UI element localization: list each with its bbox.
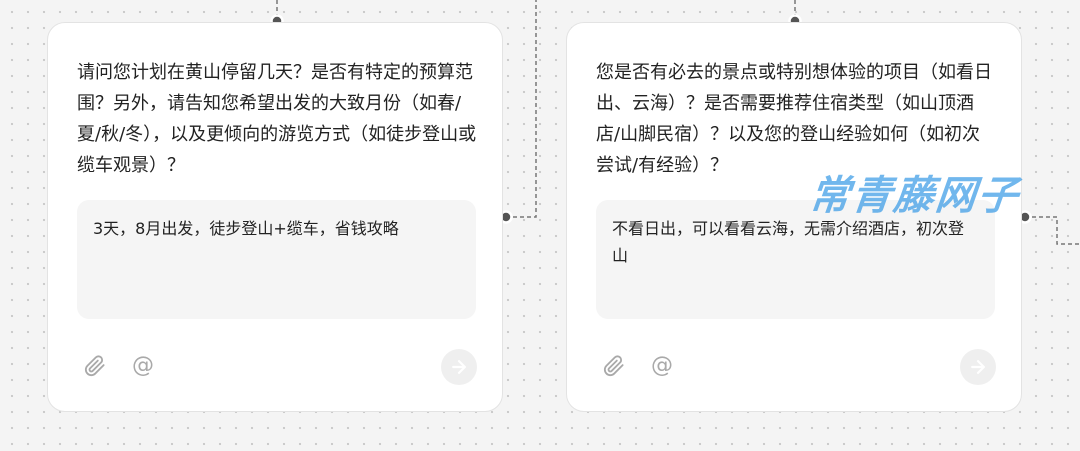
send-button[interactable] <box>960 349 996 385</box>
question-text: 请问您计划在黄山停留几天？是否有特定的预算范围？另外，请告知您希望出发的大致月份… <box>77 62 477 176</box>
paperclip-icon[interactable] <box>601 353 627 379</box>
arrow-right-icon <box>971 360 985 374</box>
arrow-right-icon <box>452 360 466 374</box>
watermark-text: 常青藤网子 <box>807 173 1022 219</box>
question-card-1: 请问您计划在黄山停留几天？是否有特定的预算范围？另外，请告知您希望出发的大致月份… <box>47 22 503 412</box>
send-button[interactable] <box>441 349 477 385</box>
connector-line-card1-to-card2 <box>506 0 537 218</box>
input-toolbar: @ <box>601 352 675 380</box>
workflow-canvas[interactable]: 请问您计划在黄山停留几天？是否有特定的预算范围？另外，请告知您希望出发的大致月份… <box>0 0 1080 451</box>
at-sign-icon[interactable]: @ <box>130 353 156 379</box>
connector-line-card2-out <box>1025 216 1080 245</box>
paperclip-icon[interactable] <box>82 353 108 379</box>
at-sign-icon[interactable]: @ <box>649 353 675 379</box>
answer-input[interactable]: 3天，8月出发，徒步登山+缆车，省钱攻略 <box>77 200 476 319</box>
input-toolbar: @ <box>82 352 156 380</box>
